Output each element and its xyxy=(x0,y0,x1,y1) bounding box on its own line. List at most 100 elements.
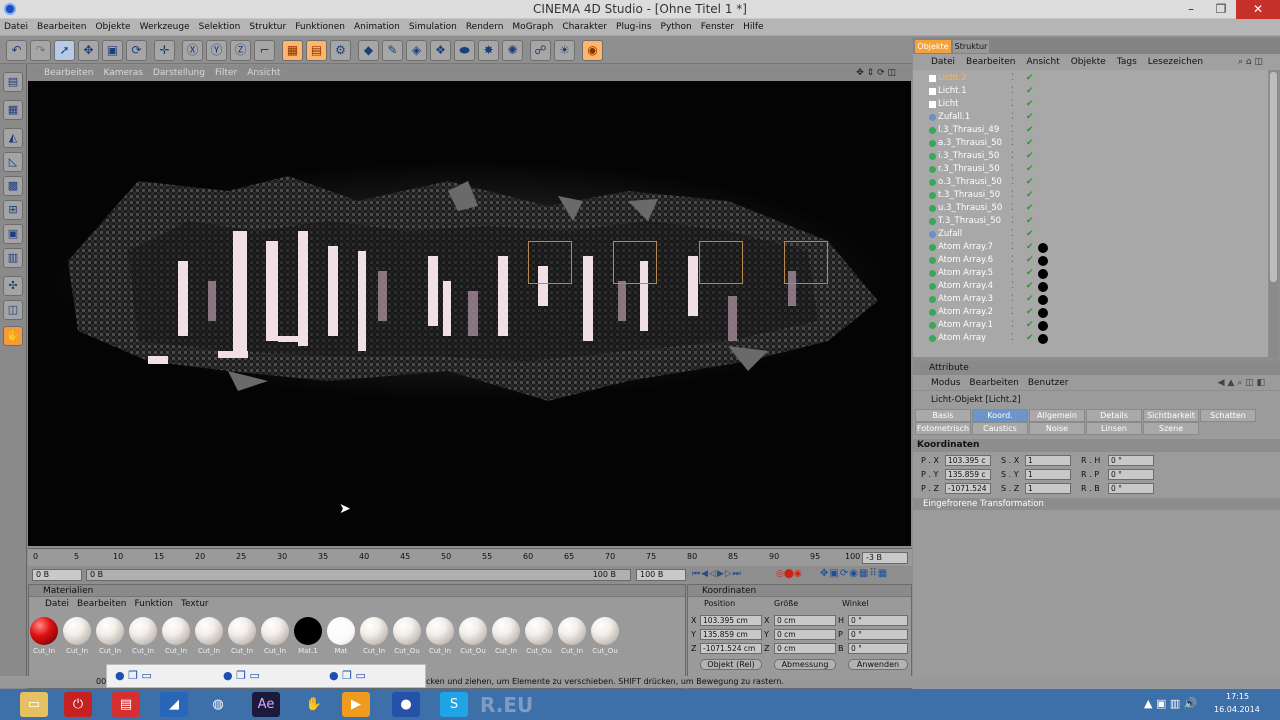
points-mode-icon[interactable]: ◭ xyxy=(3,128,23,148)
attr-menu-benutzer[interactable]: Benutzer xyxy=(1028,378,1069,388)
camera-icon[interactable]: ☍ xyxy=(530,40,551,61)
tab-basis[interactable]: Basis xyxy=(915,409,971,422)
material-swatch[interactable]: Cut_In xyxy=(29,617,59,655)
list-item[interactable]: Zufall.1 ⁚ ✔ xyxy=(913,111,1268,124)
list-item[interactable]: Zufall ⁚ ✔ xyxy=(913,228,1268,241)
menu-simulation[interactable]: Simulation xyxy=(409,22,457,32)
tab-sichtbarkeit[interactable]: Sichtbarkeit xyxy=(1143,409,1199,422)
material-swatch[interactable]: Cut_In xyxy=(359,617,389,655)
pos-x-field[interactable]: 103.395 c xyxy=(945,455,991,466)
tab-koord[interactable]: Koord. xyxy=(972,409,1028,422)
light-selection-box[interactable] xyxy=(613,241,657,284)
material-swatch[interactable]: Cut_In xyxy=(194,617,224,655)
select-arrow-icon[interactable]: ➚ xyxy=(54,40,75,61)
object-mode-icon[interactable]: ▥ xyxy=(3,248,23,268)
material-swatch[interactable]: Cut_In xyxy=(128,617,158,655)
window-thumbnail-icon[interactable]: ● ❐ ▭ xyxy=(223,669,260,682)
viewport-menu-darstellung[interactable]: Darstellung xyxy=(153,68,205,78)
material-swatch[interactable]: Cut_In xyxy=(161,617,191,655)
list-item[interactable]: Atom Array.3 ⁚ ✔ xyxy=(913,293,1268,306)
menu-bearbeiten[interactable]: Bearbeiten xyxy=(37,22,86,32)
menu-animation[interactable]: Animation xyxy=(354,22,400,32)
menu-werkzeuge[interactable]: Werkzeuge xyxy=(140,22,190,32)
3d-viewport[interactable]: ➤ xyxy=(28,81,911,546)
angle-b-field[interactable]: 0 ° xyxy=(848,643,908,654)
tab-struktur[interactable]: Struktur xyxy=(953,40,989,53)
x-axis-icon[interactable]: Ⓧ xyxy=(182,40,203,61)
window-thumbnail-icon[interactable]: ● ❐ ▭ xyxy=(115,669,152,682)
material-swatch[interactable]: Cut_In xyxy=(95,617,125,655)
material-swatch[interactable]: Cut_In xyxy=(425,617,455,655)
rot-p-field[interactable]: 0 ° xyxy=(1108,469,1154,480)
viewport-menu-ansicht[interactable]: Ansicht xyxy=(247,68,280,78)
current-frame-field[interactable]: -3 B xyxy=(862,552,908,564)
system-tray-icons[interactable]: ▲ ▣ ▥ 🔊 xyxy=(1144,697,1197,710)
material-swatch[interactable]: Mat.1 xyxy=(293,617,323,655)
pos-z-field[interactable]: -1071.524 xyxy=(945,483,991,494)
attr-menu-modus[interactable]: Modus xyxy=(931,378,960,388)
redo-icon[interactable]: ↷ xyxy=(30,40,51,61)
rotate-tool-icon[interactable]: ⟳ xyxy=(126,40,147,61)
nurbs-icon[interactable]: ◈ xyxy=(406,40,427,61)
move-tool-icon[interactable]: ✥ xyxy=(78,40,99,61)
material-swatch[interactable]: Cut_In xyxy=(491,617,521,655)
menu-objekte[interactable]: Objekte xyxy=(95,22,130,32)
material-swatch[interactable]: Cut_In xyxy=(227,617,257,655)
start-frame-field[interactable]: 0 B xyxy=(32,569,82,581)
list-item[interactable]: i.3_Thrausi_50 ⁚ ✔ xyxy=(913,150,1268,163)
menu-fenster[interactable]: Fenster xyxy=(701,22,734,32)
snap-icon[interactable]: ✣ xyxy=(3,276,23,296)
material-swatch[interactable]: Cut_Ou xyxy=(524,617,554,655)
render-settings-icon[interactable]: ⚙ xyxy=(330,40,351,61)
axis-mode-icon[interactable]: ⊞ xyxy=(3,200,23,220)
environment-icon[interactable]: ✺ xyxy=(502,40,523,61)
search-icon[interactable]: ⌕ ⌂ ◫ xyxy=(1238,57,1263,67)
coordinate-system-icon[interactable]: ⌐ xyxy=(254,40,275,61)
position-y-field[interactable]: 135.859 cm xyxy=(700,629,762,640)
material-swatch[interactable]: Cut_Ou xyxy=(590,617,620,655)
media-player-icon[interactable]: ▶ xyxy=(342,692,370,717)
obj-menu-ansicht[interactable]: Ansicht xyxy=(1026,57,1059,67)
render-picture-viewer-icon[interactable]: ▤ xyxy=(306,40,327,61)
z-axis-icon[interactable]: Ⓩ xyxy=(230,40,251,61)
angle-p-field[interactable]: 0 ° xyxy=(848,629,908,640)
list-item[interactable]: Licht.2 ⁚ ✔ xyxy=(913,72,1268,85)
scale-z-field[interactable]: 1 xyxy=(1025,483,1071,494)
array-icon[interactable]: ❖ xyxy=(430,40,451,61)
light-selection-box[interactable] xyxy=(699,241,743,284)
object-list-scrollbar[interactable] xyxy=(1269,70,1278,357)
obj-menu-tags[interactable]: Tags xyxy=(1117,57,1137,67)
live-select-icon[interactable]: ✛ xyxy=(154,40,175,61)
materials-menu-textur[interactable]: Textur xyxy=(181,599,209,609)
list-item[interactable]: a.3_Thrausi_50 ⁚ ✔ xyxy=(913,137,1268,150)
frozen-transform-section[interactable]: Eingefrorene Transformation xyxy=(913,498,1280,510)
timeline-ruler[interactable]: 0 5 10 15 20 25 30 35 40 45 50 55 60 65 … xyxy=(28,548,912,566)
list-item[interactable]: T.3_Thrausi_50 ⁚ ✔ xyxy=(913,215,1268,228)
list-item[interactable]: o.3_Thrausi_50 ⁚ ✔ xyxy=(913,176,1268,189)
position-x-field[interactable]: 103.395 cm xyxy=(700,615,762,626)
window-thumbnail-icon[interactable]: ● ❐ ▭ xyxy=(329,669,366,682)
size-y-field[interactable]: 0 cm xyxy=(774,629,836,640)
scale-tool-icon[interactable]: ▣ xyxy=(102,40,123,61)
list-item[interactable]: t.3_Thrausi_50 ⁚ ✔ xyxy=(913,189,1268,202)
size-mode-dropdown[interactable]: Abmessung xyxy=(774,659,836,670)
cinema4d-taskbar-icon[interactable]: ● xyxy=(392,692,420,717)
deformer-icon[interactable]: ⬬ xyxy=(454,40,475,61)
list-item[interactable]: u.3_Thrausi_50 ⁚ ✔ xyxy=(913,202,1268,215)
playback-controls[interactable]: ⏮◀◁▶▷⏭ xyxy=(692,569,742,579)
maximize-button[interactable]: ❐ xyxy=(1206,0,1236,19)
menu-hilfe[interactable]: Hilfe xyxy=(743,22,763,32)
list-item[interactable]: Atom Array.1 ⁚ ✔ xyxy=(913,319,1268,332)
tab-noise[interactable]: Noise xyxy=(1029,422,1085,435)
list-item[interactable]: Atom Array.4 ⁚ ✔ xyxy=(913,280,1268,293)
material-swatch[interactable]: Mat xyxy=(326,617,356,655)
tab-szene[interactable]: Szene xyxy=(1143,422,1199,435)
pos-y-field[interactable]: 135.859 c xyxy=(945,469,991,480)
attr-menu-bearbeiten[interactable]: Bearbeiten xyxy=(969,378,1018,388)
maps-app-icon[interactable]: ◢ xyxy=(160,692,188,717)
obj-menu-objekte[interactable]: Objekte xyxy=(1071,57,1106,67)
viewport-menu-kameras[interactable]: Kameras xyxy=(103,68,142,78)
list-item[interactable]: r.3_Thrausi_50 ⁚ ✔ xyxy=(913,163,1268,176)
hand-app-icon[interactable]: ✋ xyxy=(300,692,328,717)
keyframe-tools[interactable]: ✥▣⟳◉▦⠿▦ xyxy=(820,568,888,579)
